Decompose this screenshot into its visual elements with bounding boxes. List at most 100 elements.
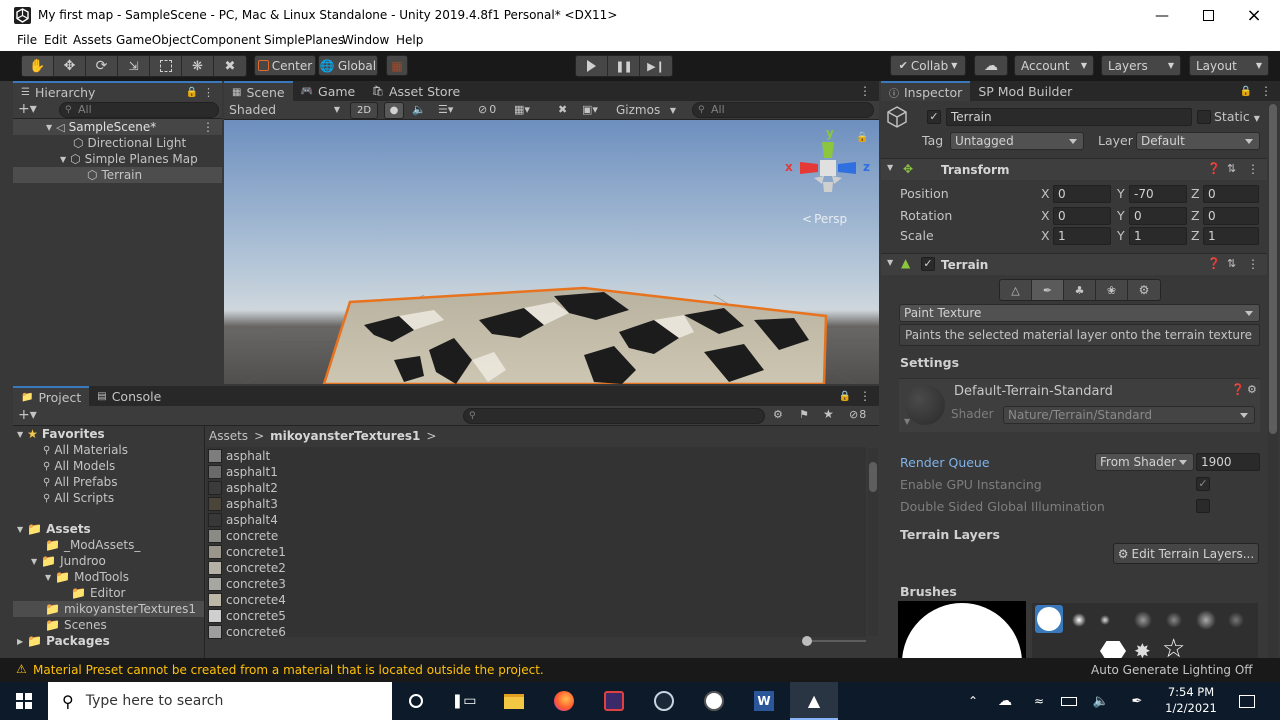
more-icon[interactable]: ⋮	[1260, 84, 1272, 98]
search-by-label-icon[interactable]: ⚑	[799, 408, 809, 421]
more-icon[interactable]: ⋮	[859, 389, 871, 403]
render-queue-field[interactable]: 1900	[1196, 453, 1260, 471]
tab-console[interactable]: ▤ Console	[89, 386, 169, 406]
file-item[interactable]: concrete2	[208, 560, 286, 576]
transform-z-field[interactable]: 0	[1203, 207, 1259, 225]
menu-assets[interactable]: Assets	[73, 33, 112, 47]
custom-tool-button[interactable]: ✖	[214, 56, 246, 76]
task-view-button[interactable]: ❚▭	[440, 682, 488, 720]
slider-handle[interactable]	[802, 636, 812, 646]
folder-item-modassets[interactable]: 📁 _ModAssets_	[45, 537, 140, 553]
transform-z-field[interactable]: 1	[1203, 227, 1259, 245]
cortana-button[interactable]	[392, 682, 440, 720]
paint-details-button[interactable]: ❀	[1096, 280, 1128, 300]
brush-item[interactable]	[1100, 641, 1126, 658]
2d-toggle[interactable]: 2D	[350, 102, 378, 119]
tab-hierarchy[interactable]: ☰ Hierarchy 🔒 ⋮	[13, 81, 222, 101]
hierarchy-item-simple-planes-map[interactable]: ▼ ⬡ Simple Planes Map	[13, 151, 198, 167]
favorite-item[interactable]: ⚲ All Scripts	[43, 490, 114, 506]
edit-terrain-layers-button[interactable]: ⚙ Edit Terrain Layers...	[1113, 543, 1259, 564]
brush-item[interactable]	[1072, 613, 1086, 627]
firefox-button[interactable]	[540, 682, 588, 720]
scene-row[interactable]: ▼ ◁ SampleScene* ⋮	[13, 119, 222, 135]
file-list-scrollbar[interactable]	[868, 448, 878, 636]
help-icon[interactable]: ❓	[1207, 162, 1221, 175]
step-button[interactable]: ▶❙	[640, 56, 672, 76]
paint-trees-button[interactable]: ♣	[1064, 280, 1096, 300]
preset-icon[interactable]: ⇅	[1227, 162, 1236, 175]
brush-item[interactable]: ✸	[1134, 641, 1151, 658]
hierarchy-item-terrain[interactable]: ⬡ Terrain	[13, 167, 222, 183]
pen-button[interactable]: ✒	[1122, 682, 1152, 720]
action-center-button[interactable]	[1230, 682, 1264, 720]
rotate-tool-button[interactable]: ⟳	[86, 56, 118, 76]
brush-item-selected[interactable]	[1035, 605, 1063, 633]
steam-button[interactable]	[640, 682, 688, 720]
lock-icon[interactable]: 🔒	[1240, 86, 1252, 97]
brush-item[interactable]	[1166, 612, 1182, 628]
search-by-type-icon[interactable]: ⚙	[773, 408, 783, 421]
preset-icon[interactable]: ⇅	[1227, 257, 1236, 270]
transform-y-field[interactable]: 0	[1129, 207, 1187, 225]
unity-taskbar-button[interactable]: ▲	[790, 682, 838, 720]
hand-tool-button[interactable]: ✋	[22, 56, 54, 76]
menu-window[interactable]: Window	[342, 33, 389, 47]
volume-button[interactable]: 🔈	[1086, 682, 1116, 720]
file-item[interactable]: concrete5	[208, 608, 286, 624]
hidden-packages-toggle[interactable]: ⊘ 8	[849, 408, 866, 421]
maximize-button[interactable]	[1185, 0, 1231, 31]
onedrive-button[interactable]: ☁	[990, 682, 1020, 720]
snap-button[interactable]: ▦	[386, 55, 408, 76]
tag-dropdown[interactable]: Untagged	[950, 132, 1084, 150]
taskbar-search-box[interactable]: ⚲ Type here to search	[48, 682, 392, 720]
menu-simpleplanes[interactable]: SimplePlanes	[264, 33, 344, 47]
inspector-scrollbar[interactable]	[1268, 104, 1278, 658]
space-toggle[interactable]: 🌐 Global	[318, 55, 378, 76]
double-sided-gi-checkbox[interactable]	[1196, 499, 1210, 513]
layout-dropdown[interactable]: Layout ▼	[1189, 55, 1269, 76]
terrain-settings-button[interactable]: ⚙	[1128, 280, 1160, 300]
file-explorer-button[interactable]	[490, 682, 538, 720]
render-queue-mode-dropdown[interactable]: From Shader	[1095, 453, 1194, 471]
create-button[interactable]: +▾	[18, 407, 37, 423]
scrollbar-thumb[interactable]	[869, 462, 877, 492]
transform-z-field[interactable]: 0	[1203, 185, 1259, 203]
more-icon[interactable]: ⋮	[1247, 257, 1259, 271]
tools-toggle[interactable]: ✖	[558, 103, 567, 116]
tab-scene[interactable]: ▦ Scene	[224, 81, 293, 101]
move-tool-button[interactable]: ✥	[54, 56, 86, 76]
active-checkbox[interactable]: ✓	[927, 110, 941, 124]
scrollbar-thumb[interactable]	[1269, 104, 1277, 434]
audio-toggle[interactable]: 🔈	[412, 103, 426, 116]
hierarchy-item-directional-light[interactable]: ⬡ Directional Light	[13, 135, 186, 151]
folder-item-scenes[interactable]: 📁 Scenes	[45, 617, 107, 633]
gizmos-dropdown[interactable]: Gizmos ▼	[616, 102, 678, 119]
tab-inspector[interactable]: ⓘ Inspector	[881, 81, 971, 101]
brush-item[interactable]	[1228, 612, 1244, 628]
file-item[interactable]: concrete1	[208, 544, 286, 560]
pause-button[interactable]: ❚❚	[608, 56, 640, 76]
gear-icon[interactable]: ⚙	[1247, 383, 1257, 396]
file-item[interactable]: asphalt	[208, 448, 270, 464]
favorite-item[interactable]: ⚲ All Prefabs	[43, 474, 118, 490]
layers-dropdown[interactable]: Layers ▼	[1101, 55, 1181, 76]
menu-edit[interactable]: Edit	[44, 33, 67, 47]
cloud-button[interactable]: ☁	[974, 55, 1008, 76]
icon-size-slider[interactable]	[802, 636, 866, 646]
folder-item-mikoyanstertextures1[interactable]: 📁 mikoyansterTextures1	[13, 601, 204, 617]
more-icon[interactable]: ⋮	[1247, 162, 1259, 176]
lock-icon[interactable]: 🔒	[839, 391, 851, 402]
collab-dropdown[interactable]: ✔ Collab ▼	[890, 55, 966, 76]
folder-item-modtools[interactable]: ▼ 📁 ModTools	[45, 569, 129, 585]
hidden-objects-toggle[interactable]: ⊘ 0	[478, 103, 496, 116]
effects-dropdown[interactable]: ☰▾	[438, 103, 453, 116]
menu-gameobject[interactable]: GameObject	[116, 33, 191, 47]
grid-dropdown[interactable]: ▦▾	[514, 103, 530, 116]
favorites-header[interactable]: ▼ ★ Favorites	[17, 426, 105, 442]
show-hidden-icons-button[interactable]: ⌃	[958, 682, 988, 720]
favorite-item[interactable]: ⚲ All Models	[43, 458, 115, 474]
lock-icon[interactable]: 🔒	[856, 132, 868, 143]
status-warning-text[interactable]: Material Preset cannot be created from a…	[33, 663, 544, 677]
network-button[interactable]: ≈	[1024, 682, 1054, 720]
brush-item[interactable]	[1196, 610, 1216, 630]
